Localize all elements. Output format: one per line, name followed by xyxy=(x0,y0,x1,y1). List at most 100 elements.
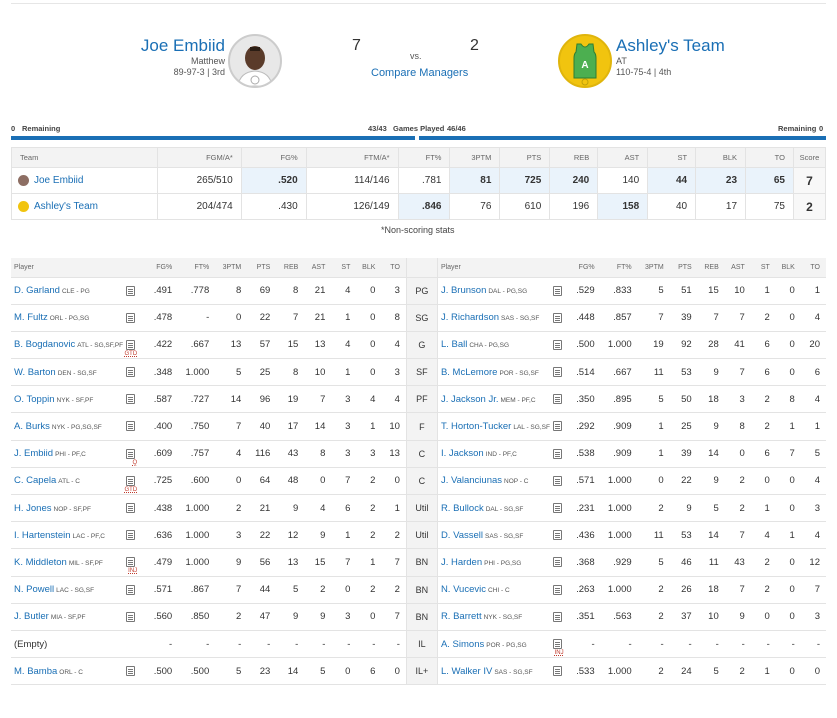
team-stats-team[interactable]: Ashley's Team xyxy=(11,193,158,220)
team-stats-team-name[interactable]: Joe Embiid xyxy=(34,175,83,186)
player-name-link[interactable]: W. Barton xyxy=(14,367,56,378)
player-name-link[interactable]: B. Bogdanovic xyxy=(14,339,75,350)
player-name-link[interactable]: A. Simons xyxy=(441,639,484,650)
player-name-link[interactable]: O. Toppin xyxy=(14,394,55,405)
player-notes-icon[interactable] xyxy=(126,312,136,323)
player-cell[interactable]: J. Harden PHI - PG,SG xyxy=(436,548,566,577)
player-cell[interactable]: I. Jackson IND - PF,C xyxy=(436,440,566,468)
player-notes-icon[interactable] xyxy=(552,557,562,568)
player-notes-icon[interactable] xyxy=(126,584,136,595)
player-cell[interactable]: K. Middleton MIL - SF,PF INJ xyxy=(11,548,140,577)
player-cell[interactable]: W. Barton DEN - SG,SF xyxy=(11,358,140,387)
player-notes-icon[interactable] xyxy=(552,503,562,513)
player-cell[interactable]: R. Bullock DAL - SG,SF xyxy=(436,494,566,523)
player-notes-icon[interactable] xyxy=(126,285,136,296)
player-name-link[interactable]: J. Valanciunas xyxy=(441,475,502,486)
player-notes-icon[interactable] xyxy=(552,421,562,432)
player-notes-icon[interactable] xyxy=(126,367,136,378)
player-notes-icon[interactable] xyxy=(552,584,562,595)
left-team-avatar[interactable] xyxy=(228,34,282,88)
player-name-link[interactable]: J. Butler xyxy=(14,611,49,622)
player-cell[interactable]: T. Horton-Tucker LAL - SG,SF xyxy=(436,412,566,441)
player-notes-icon[interactable] xyxy=(126,421,136,432)
player-notes-icon[interactable] xyxy=(552,312,562,323)
player-notes-icon[interactable] xyxy=(552,530,562,541)
player-name-link[interactable]: J. Brunson xyxy=(441,285,486,296)
player-notes-icon[interactable] xyxy=(126,530,136,541)
injury-status-tag[interactable]: GTD xyxy=(124,351,137,357)
player-name-link[interactable]: I. Jackson xyxy=(441,448,484,459)
player-cell[interactable]: J. Jackson Jr. MEM - PF,C xyxy=(436,385,566,414)
right-team-avatar[interactable]: A xyxy=(558,34,612,88)
player-cell[interactable]: B. McLemore POR - SG,SF xyxy=(436,358,566,387)
injury-status-tag[interactable]: INJ xyxy=(128,568,137,574)
player-cell[interactable]: O. Toppin NYK - SF,PF xyxy=(11,385,140,414)
right-team-name[interactable]: Ashley's Team xyxy=(616,36,725,56)
player-notes-icon[interactable] xyxy=(552,339,562,350)
player-name-link[interactable]: R. Barrett xyxy=(441,611,482,622)
player-notes-icon[interactable] xyxy=(126,339,136,350)
player-name-link[interactable]: A. Burks xyxy=(14,421,50,432)
player-notes-icon[interactable] xyxy=(126,503,136,513)
player-cell[interactable]: L. Ball CHA - PG,SG xyxy=(436,331,566,360)
player-cell[interactable]: C. Capela ATL - C GTD xyxy=(11,467,140,496)
team-stats-team-name[interactable]: Ashley's Team xyxy=(34,201,98,212)
player-name-link[interactable]: R. Bullock xyxy=(441,503,484,514)
player-name-link[interactable]: D. Vassell xyxy=(441,530,483,541)
player-notes-icon[interactable] xyxy=(126,666,136,677)
injury-status-tag[interactable]: Q xyxy=(132,460,137,466)
player-name-link[interactable]: D. Garland xyxy=(14,285,60,296)
player-cell[interactable]: J. Richardson SAS - SG,SF xyxy=(436,304,566,332)
left-team-name[interactable]: Joe Embiid xyxy=(141,36,225,56)
player-notes-icon[interactable] xyxy=(126,448,136,459)
player-cell[interactable]: B. Bogdanovic ATL - SG,SF,PF GTD xyxy=(11,331,140,360)
player-name-link[interactable]: C. Capela xyxy=(14,475,56,486)
player-cell[interactable]: J. Embiid PHI - PF,C Q xyxy=(11,440,140,468)
player-notes-icon[interactable] xyxy=(126,394,136,405)
player-cell[interactable]: H. Jones NOP - SF,PF xyxy=(11,494,140,523)
injury-status-tag[interactable]: GTD xyxy=(124,487,137,493)
player-notes-icon[interactable] xyxy=(552,367,562,378)
player-name-link[interactable]: N. Powell xyxy=(14,584,54,595)
compare-managers-link[interactable]: Compare Managers xyxy=(371,67,468,79)
player-notes-icon[interactable] xyxy=(552,666,562,677)
player-name-link[interactable]: L. Ball xyxy=(441,339,467,350)
player-cell[interactable]: R. Barrett NYK - SG,SF xyxy=(436,603,566,631)
player-name-link[interactable]: J. Richardson xyxy=(441,312,499,323)
player-notes-icon[interactable] xyxy=(126,475,136,486)
player-notes-icon[interactable] xyxy=(552,394,562,405)
player-name-link[interactable]: J. Jackson Jr. xyxy=(441,394,499,405)
player-name-link[interactable]: I. Hartenstein xyxy=(14,530,71,541)
player-name-link[interactable]: N. Vucevic xyxy=(441,584,486,595)
player-name-link[interactable]: B. McLemore xyxy=(441,367,498,378)
player-notes-icon[interactable] xyxy=(126,557,136,568)
player-cell[interactable]: A. Simons POR - PG,SG INJ xyxy=(436,630,566,659)
player-cell[interactable]: D. Vassell SAS - SG,SF xyxy=(436,521,566,550)
player-notes-icon[interactable] xyxy=(552,638,562,649)
player-cell[interactable]: L. Walker IV SAS - SG,SF xyxy=(436,657,566,686)
player-notes-icon[interactable] xyxy=(552,285,562,296)
player-notes-icon[interactable] xyxy=(552,448,562,459)
player-cell[interactable]: N. Powell LAC - SG,SF xyxy=(11,576,140,604)
player-notes-icon[interactable] xyxy=(552,475,562,486)
player-cell[interactable]: A. Burks NYK - PG,SG,SF xyxy=(11,412,140,441)
player-cell[interactable]: J. Valanciunas NOP - C xyxy=(436,467,566,496)
injury-status-tag[interactable]: INJ xyxy=(555,650,564,656)
team-stats-team[interactable]: Joe Embiid xyxy=(11,167,158,194)
player-name-link[interactable]: J. Embiid xyxy=(14,448,53,459)
player-cell[interactable]: J. Butler MIA - SF,PF xyxy=(11,603,140,631)
player-cell[interactable]: (Empty) xyxy=(11,630,140,659)
player-cell[interactable]: J. Brunson DAL - PG,SG xyxy=(436,277,566,305)
player-name-link[interactable]: J. Harden xyxy=(441,557,482,568)
player-name-link[interactable]: T. Horton-Tucker xyxy=(441,421,511,432)
player-notes-icon[interactable] xyxy=(552,611,562,622)
player-cell[interactable]: M. Bamba ORL - C xyxy=(11,657,140,686)
player-name-link[interactable]: K. Middleton xyxy=(14,557,67,568)
player-cell[interactable]: I. Hartenstein LAC - PF,C xyxy=(11,521,140,550)
player-cell[interactable]: M. Fultz ORL - PG,SG xyxy=(11,304,140,332)
player-notes-icon[interactable] xyxy=(126,611,136,622)
player-cell[interactable]: D. Garland CLE - PG xyxy=(11,277,140,305)
player-name-link[interactable]: L. Walker IV xyxy=(441,666,492,677)
player-name-link[interactable]: H. Jones xyxy=(14,503,52,514)
player-name-link[interactable]: M. Bamba xyxy=(14,666,57,677)
